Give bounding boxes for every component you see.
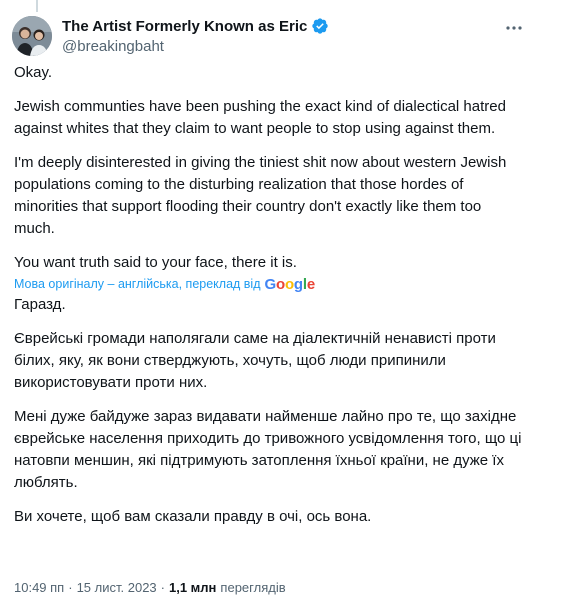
tweet-author: The Artist Formerly Known as Eric @break… [62, 16, 503, 55]
author-name-row: The Artist Formerly Known as Eric [62, 16, 503, 36]
translation-note-text: Мова оригіналу – англійська, переклад ві… [14, 277, 261, 291]
translation-attribution[interactable]: Мова оригіналу – англійська, переклад ві… [14, 274, 524, 294]
translated-text: Гаразд. Єврейські громади наполягали сам… [14, 294, 524, 528]
original-paragraph: Jewish communties have been pushing the … [14, 98, 511, 137]
translated-paragraph: Мені дуже байдуже зараз видавати найменш… [14, 408, 526, 491]
author-handle[interactable]: @breakingbaht [62, 38, 503, 55]
google-logo: Google [264, 275, 316, 293]
translated-paragraph: Єврейські громади наполягали саме на діа… [14, 330, 501, 391]
original-paragraph: Okay. [14, 64, 53, 81]
thread-connector-line [36, 0, 38, 12]
translated-paragraph: Ви хочете, щоб вам сказали правду в очі,… [14, 508, 372, 525]
tweet-time[interactable]: 10:49 пп [14, 580, 64, 595]
meta-separator: · [68, 580, 73, 595]
avatar-photo-icon [12, 16, 52, 56]
more-options-icon[interactable] [503, 18, 525, 38]
tweet-meta: 10:49 пп · 15 лист. 2023 · 1,1 млн перег… [14, 580, 286, 595]
views-count[interactable]: 1,1 млн [169, 580, 216, 595]
tweet-date[interactable]: 15 лист. 2023 [77, 580, 157, 595]
original-paragraph: I'm deeply disinterested in giving the t… [14, 154, 511, 237]
avatar[interactable] [12, 16, 52, 56]
verified-badge-icon[interactable] [311, 17, 329, 35]
meta-separator: · [160, 580, 165, 595]
translated-paragraph: Гаразд. [14, 296, 66, 313]
views-label: переглядів [220, 580, 286, 595]
author-name[interactable]: The Artist Formerly Known as Eric [62, 18, 307, 35]
tweet-body: Okay. Jewish communties have been pushin… [14, 62, 524, 528]
original-paragraph: You want truth said to your face, there … [14, 254, 297, 271]
original-text: Okay. Jewish communties have been pushin… [14, 62, 524, 274]
